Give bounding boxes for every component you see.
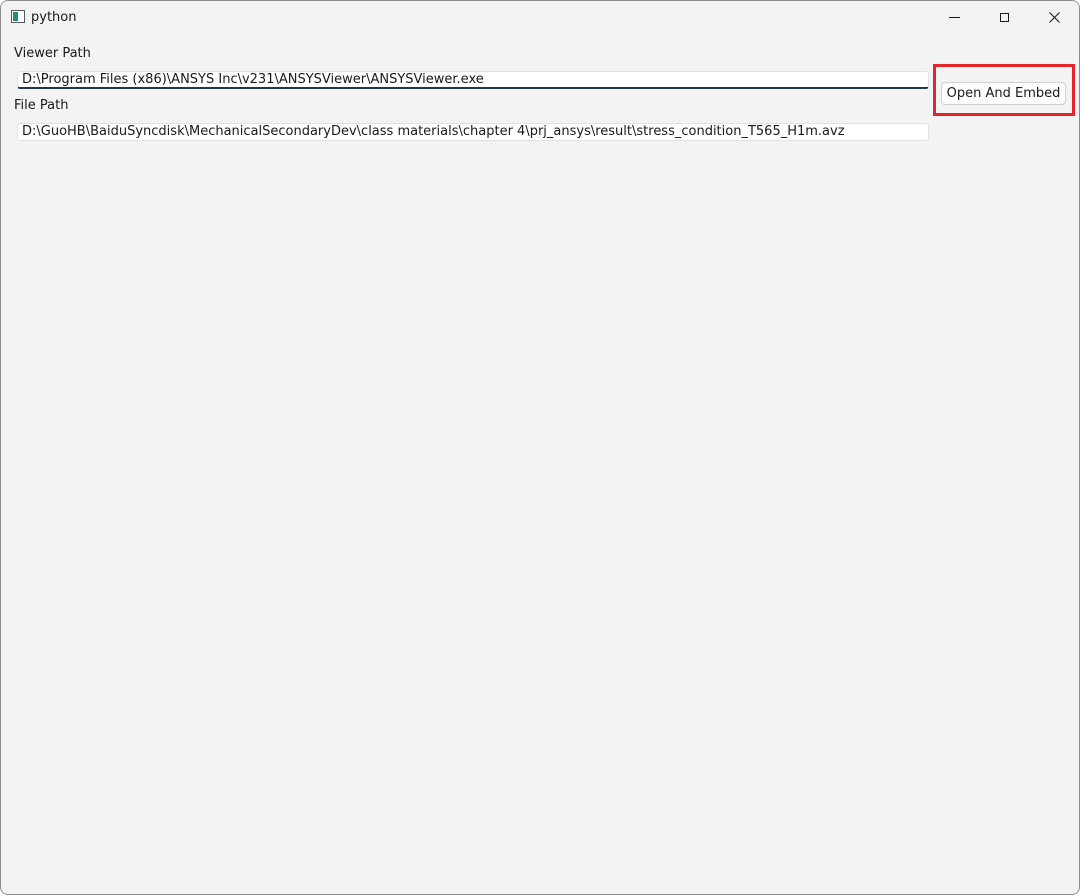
minimize-icon [948, 17, 960, 18]
maximize-icon [999, 13, 1009, 22]
file-path-label: File Path [14, 98, 69, 113]
close-button[interactable] [1029, 1, 1079, 34]
open-and-embed-button[interactable]: Open And Embed [941, 82, 1066, 105]
maximize-button[interactable] [979, 1, 1029, 34]
viewer-path-input[interactable]: D:\Program Files (x86)\ANSYS Inc\v231\AN… [17, 71, 929, 89]
window-title: python [31, 10, 77, 25]
app-icon-fill [13, 12, 18, 21]
app-window: python Viewer Path D:\Program Files (x86… [0, 0, 1080, 895]
minimize-button[interactable] [929, 1, 979, 34]
close-icon [1048, 12, 1060, 23]
title-bar[interactable]: python [1, 1, 1079, 34]
app-icon [11, 10, 25, 23]
file-path-input[interactable]: D:\GuoHB\BaiduSyncdisk\MechanicalSeconda… [17, 123, 929, 141]
viewer-path-label: Viewer Path [14, 46, 91, 61]
